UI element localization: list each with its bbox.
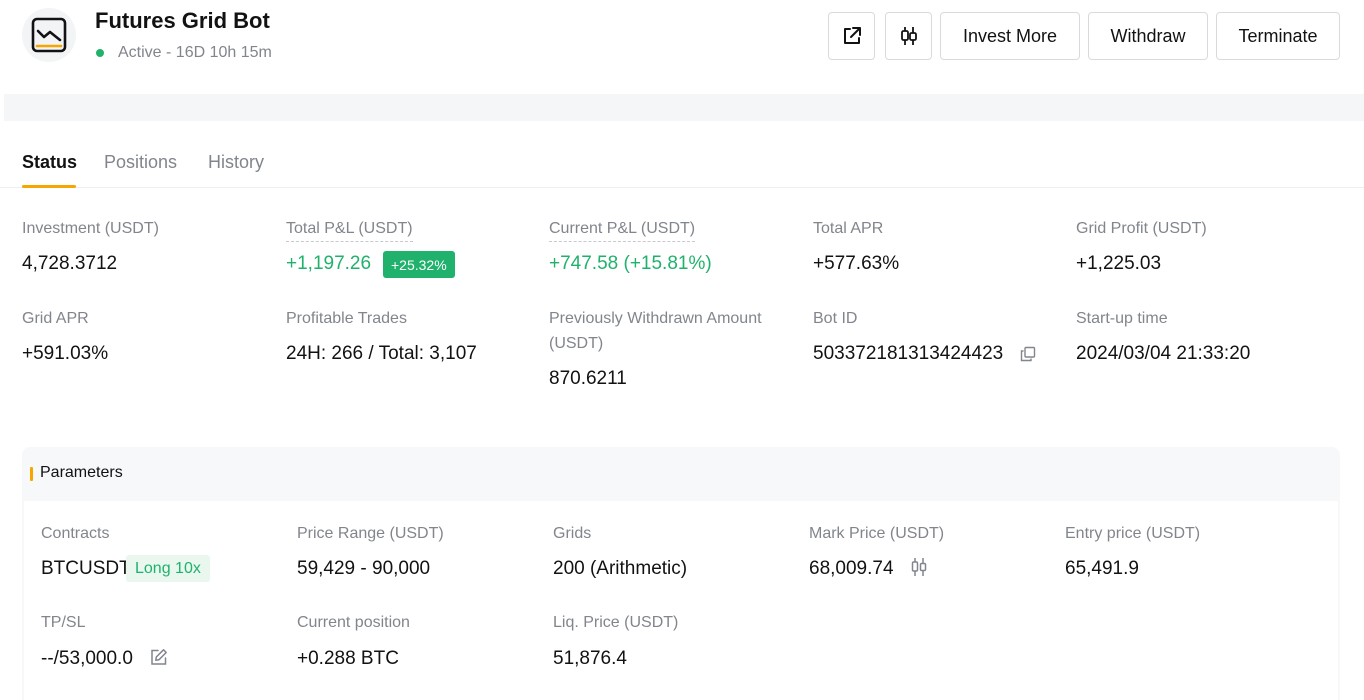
profitable-trades-label: Profitable Trades — [286, 310, 407, 327]
page-title: Futures Grid Bot — [95, 8, 270, 33]
liq-price-value: 51,876.4 — [553, 648, 627, 669]
grids-value: 200 (Arithmetic) — [553, 558, 688, 579]
terminate-button[interactable]: Terminate — [1216, 12, 1340, 60]
position-side-tag: Long 10x — [126, 555, 210, 582]
parameters-card: Parameters Contracts BTCUSDT Long 10x Pr… — [22, 447, 1340, 700]
chart-line-icon — [31, 17, 67, 53]
contracts-label: Contracts — [41, 525, 110, 542]
startup-time-label: Start-up time — [1076, 310, 1168, 327]
current-position-value: +0.288 BTC — [297, 648, 399, 669]
tab-status[interactable]: Status — [22, 152, 77, 173]
investment-label: Investment (USDT) — [22, 220, 159, 237]
liq-price-label: Liq. Price (USDT) — [553, 614, 679, 631]
total-pnl-label[interactable]: Total P&L (USDT) — [286, 216, 413, 242]
startup-time-value: 2024/03/04 21:33:20 — [1076, 343, 1251, 364]
parameters-header: Parameters — [22, 447, 1340, 501]
edit-icon[interactable] — [150, 648, 168, 666]
mark-price-value: 68,009.74 — [809, 558, 894, 579]
header: Futures Grid Bot Active - 16D 10h 15m In… — [0, 0, 1364, 94]
bot-avatar — [22, 8, 76, 62]
candlestick-icon[interactable] — [909, 556, 929, 578]
tpsl-label: TP/SL — [41, 614, 86, 631]
contracts-value: BTCUSDT — [41, 558, 131, 579]
grids-label: Grids — [553, 525, 592, 542]
price-range-label: Price Range (USDT) — [297, 525, 444, 542]
parameters-title: Parameters — [40, 464, 123, 481]
current-position-label: Current position — [297, 614, 410, 631]
tpsl-value: --/53,000.0 — [41, 648, 133, 669]
withdrawn-value: 870.6211 — [549, 368, 627, 389]
total-pnl-percent-badge: +25.32% — [383, 251, 455, 278]
grid-apr-label: Grid APR — [22, 310, 89, 327]
current-pnl-value: +747.58 (+15.81%) — [549, 253, 712, 274]
parameters-body: Contracts BTCUSDT Long 10x Price Range (… — [24, 501, 1338, 700]
invest-more-button[interactable]: Invest More — [940, 12, 1080, 60]
tab-bar: Status Positions History — [0, 121, 1364, 188]
current-pnl-label[interactable]: Current P&L (USDT) — [549, 216, 696, 242]
candlestick-icon — [900, 27, 917, 45]
total-apr-value: +577.63% — [813, 253, 900, 274]
profitable-trades-value: 24H: 266 / Total: 3,107 — [286, 343, 477, 364]
accent-bar — [30, 467, 33, 481]
status-dot-icon — [96, 49, 104, 57]
price-range-value: 59,429 - 90,000 — [297, 558, 431, 579]
withdrawn-label-line2: (USDT) — [549, 335, 604, 352]
share-button[interactable] — [828, 12, 875, 60]
grid-profit-label: Grid Profit (USDT) — [1076, 220, 1207, 237]
status-text: Active - 16D 10h 15m — [118, 44, 272, 61]
header-divider-band — [4, 94, 1364, 121]
bot-id-label: Bot ID — [813, 310, 858, 327]
total-pnl-value: +1,197.26 — [286, 253, 372, 274]
bot-id-value: 503372181313424423 — [813, 343, 1004, 364]
tab-positions[interactable]: Positions — [104, 152, 177, 173]
entry-price-label: Entry price (USDT) — [1065, 525, 1201, 542]
chart-button[interactable] — [885, 12, 932, 60]
bot-status: Active - 16D 10h 15m — [96, 44, 272, 62]
investment-value: 4,728.3712 — [22, 253, 118, 274]
withdraw-button[interactable]: Withdraw — [1088, 12, 1208, 60]
copy-icon[interactable] — [1020, 346, 1036, 362]
withdrawn-label-line1: Previously Withdrawn Amount — [549, 310, 762, 327]
mark-price-label: Mark Price (USDT) — [809, 525, 945, 542]
tab-history[interactable]: History — [208, 152, 264, 173]
total-apr-label: Total APR — [813, 220, 884, 237]
grid-apr-value: +591.03% — [22, 343, 109, 364]
grid-profit-value: +1,225.03 — [1076, 253, 1162, 274]
share-external-icon — [843, 27, 861, 44]
active-tab-indicator — [22, 185, 76, 188]
entry-price-value: 65,491.9 — [1065, 558, 1139, 579]
